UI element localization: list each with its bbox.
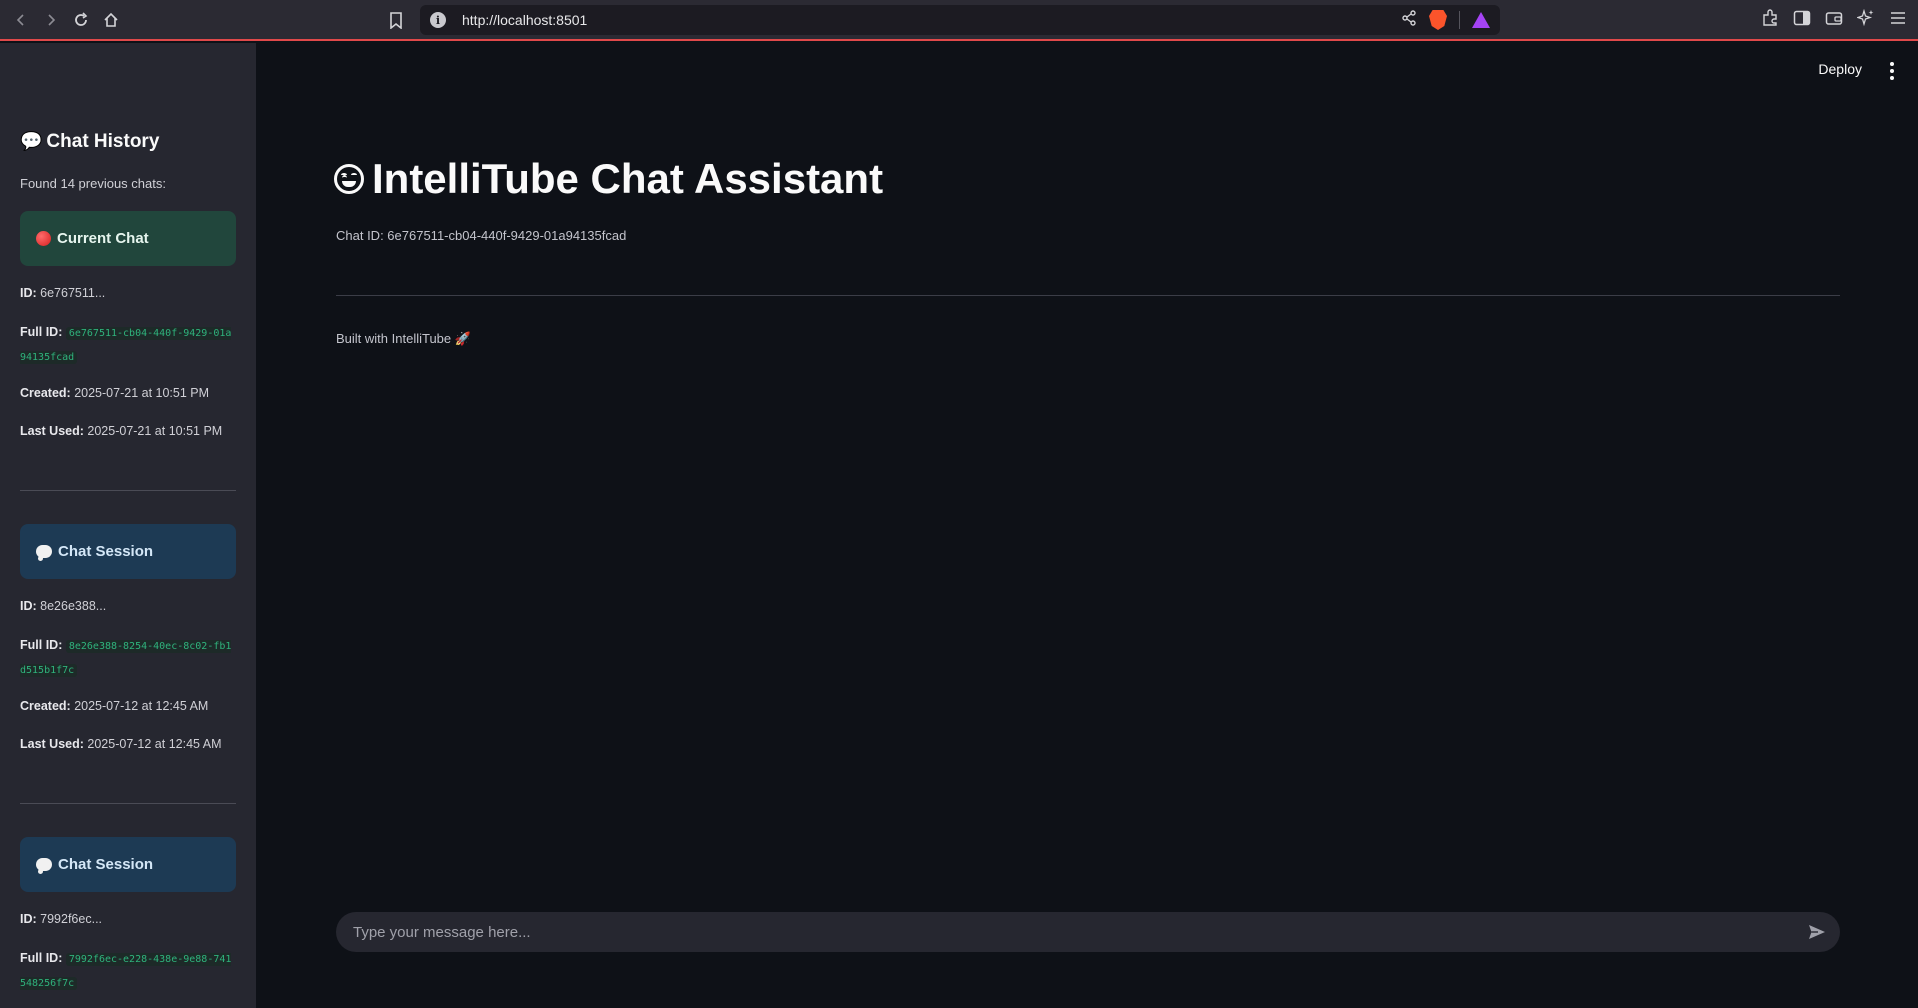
main-divider xyxy=(336,295,1840,296)
full-id-label: Full ID: xyxy=(20,325,63,339)
deploy-button[interactable]: Deploy xyxy=(1818,61,1862,77)
chat-id-short: ID: 7992f6ec... xyxy=(20,912,102,926)
full-id-label: Full ID: xyxy=(20,638,63,652)
wallet-icon[interactable] xyxy=(1824,8,1844,28)
thought-bubble-icon xyxy=(36,858,52,874)
created-value: 2025-07-21 at 10:51 PM xyxy=(74,386,210,400)
back-icon[interactable] xyxy=(6,5,36,35)
send-icon[interactable] xyxy=(1806,921,1828,943)
last-used-value: 2025-07-21 at 10:51 PM xyxy=(87,424,223,438)
chat-divider xyxy=(20,803,236,804)
id-value: 6e767511... xyxy=(40,286,106,300)
chat-card-label: Current Chat xyxy=(57,230,149,247)
sidebar: 💬 Chat History Found 14 previous chats: C… xyxy=(0,43,256,1008)
created-label: Created: xyxy=(20,699,71,713)
chat-full-id: Full ID: 6e767511-cb04-440f-9429-01a9413… xyxy=(20,321,236,369)
created-label: Created: xyxy=(20,386,71,400)
brave-shields-icon[interactable] xyxy=(1429,10,1447,30)
found-chats-text: Found 14 previous chats: xyxy=(20,176,166,191)
url-separator xyxy=(1459,11,1460,29)
menu-icon[interactable] xyxy=(1888,8,1908,28)
more-options-icon[interactable] xyxy=(1890,62,1894,80)
chat-full-id: Full ID: 8e26e388-8254-40ec-8c02-fb1d515… xyxy=(20,634,236,682)
leo-ai-icon[interactable] xyxy=(1856,8,1876,28)
main-content: Deploy IntelliTube Chat Assistant Chat I… xyxy=(256,43,1918,1008)
chat-input-container xyxy=(336,912,1840,952)
chat-created: Created: 2025-07-21 at 10:51 PM xyxy=(20,386,209,400)
chat-session-button[interactable]: Chat Session xyxy=(20,837,236,892)
chat-last-used: Last Used: 2025-07-12 at 12:45 AM xyxy=(20,737,222,751)
sidebar-title: 💬 Chat History xyxy=(20,131,159,153)
chat-id-short: ID: 8e26e388... xyxy=(20,599,106,613)
url-bar[interactable]: i http://localhost:8501 xyxy=(420,5,1500,35)
id-label: ID: xyxy=(20,599,37,613)
page-title-text: IntelliTube Chat Assistant xyxy=(372,155,884,202)
chat-full-id: Full ID: 7992f6ec-e228-438e-9e88-7415482… xyxy=(20,947,236,995)
speech-bubble-icon: 💬 xyxy=(20,131,43,151)
chat-card-label: Chat Session xyxy=(58,543,154,560)
chat-session-button[interactable]: Chat Session xyxy=(20,524,236,579)
created-value: 2025-07-12 at 12:45 AM xyxy=(74,699,209,713)
thought-bubble-icon xyxy=(36,545,52,561)
chat-card-label: Chat Session xyxy=(58,856,154,873)
last-used-label: Last Used: xyxy=(20,737,84,751)
sidebar-toggle-icon[interactable] xyxy=(1792,8,1812,28)
id-label: ID: xyxy=(20,286,37,300)
current-chat-button[interactable]: Current Chat xyxy=(20,211,236,266)
id-value: 8e26e388... xyxy=(40,599,107,613)
chat-last-used: Last Used: 2025-07-21 at 10:51 PM xyxy=(20,424,222,438)
share-icon[interactable] xyxy=(1401,10,1417,30)
chat-message-input[interactable] xyxy=(336,923,1806,941)
bookmark-icon[interactable] xyxy=(385,8,407,32)
site-info-icon[interactable]: i xyxy=(430,12,446,28)
chat-created: Created: 2025-07-12 at 12:45 AM xyxy=(20,699,208,713)
extensions-icon[interactable] xyxy=(1760,8,1780,28)
chat-id-short: ID: 6e767511... xyxy=(20,286,105,300)
last-used-label: Last Used: xyxy=(20,424,84,438)
id-label: ID: xyxy=(20,912,37,926)
footer-text: Built with IntelliTube 🚀 xyxy=(336,331,471,346)
brave-rewards-icon[interactable] xyxy=(1472,12,1490,28)
forward-icon[interactable] xyxy=(36,5,66,35)
id-value: 7992f6ec... xyxy=(40,912,103,926)
full-id-label: Full ID: xyxy=(20,951,63,965)
home-icon[interactable] xyxy=(96,5,126,35)
url-text[interactable]: http://localhost:8501 xyxy=(462,12,587,28)
page-title: IntelliTube Chat Assistant xyxy=(334,155,883,203)
grinning-face-icon xyxy=(334,164,364,194)
chat-divider xyxy=(20,490,236,491)
chat-id-text: Chat ID: 6e767511-cb04-440f-9429-01a9413… xyxy=(336,228,627,243)
sidebar-title-text: Chat History xyxy=(46,131,160,152)
reload-icon[interactable] xyxy=(66,5,96,35)
browser-toolbar: i http://localhost:8501 xyxy=(0,0,1918,41)
red-circle-icon xyxy=(36,231,51,246)
last-used-value: 2025-07-12 at 12:45 AM xyxy=(87,737,222,751)
